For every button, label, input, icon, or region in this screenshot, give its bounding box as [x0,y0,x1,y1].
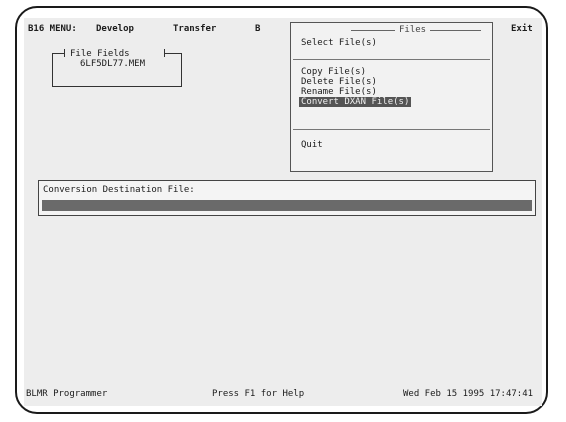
menu-item-rename-files[interactable]: Rename File(s) [301,87,377,97]
dropdown-separator [293,129,490,130]
menu-item-quit[interactable]: Quit [301,140,323,150]
conversion-destination-input[interactable] [42,200,532,211]
dropdown-title: Files [395,25,431,35]
menu-item-transfer[interactable]: Transfer [173,24,216,34]
terminal-screen: B16 MENU: Develop Transfer B Exit File F… [24,18,542,406]
file-field-box: File Fields 6LF5DL77.MEM [40,45,190,90]
menu-app-label: B16 MENU: [28,24,77,34]
menu-item-select-files[interactable]: Select File(s) [301,38,377,48]
file-field-border-top-right [164,53,182,54]
menu-item-delete-files[interactable]: Delete File(s) [301,77,377,87]
menu-item-develop[interactable]: Develop [96,24,134,34]
menu-item-b[interactable]: B [255,24,260,34]
file-field-title: File Fields [70,49,130,59]
status-help-hint: Press F1 for Help [212,389,305,399]
conversion-label: Conversion Destination File: [43,185,195,195]
menu-item-copy-files[interactable]: Copy File(s) [301,67,366,77]
files-dropdown-menu: Files Select File(s) Copy File(s) Delete… [290,22,493,172]
conversion-panel: Conversion Destination File: [38,180,536,216]
file-field-filename[interactable]: 6LF5DL77.MEM [80,59,145,69]
file-field-tick-left [64,49,65,57]
file-field-tick-right [164,49,165,57]
status-datetime: Wed Feb 15 1995 17:47:41 [403,389,534,399]
dropdown-separator [293,59,490,60]
menu-item-convert-files[interactable]: Convert DXAN File(s) [299,97,412,107]
file-field-border-top-left [52,53,64,54]
status-app-name: BLMR Programmer [26,389,108,399]
menu-item-exit[interactable]: Exit [511,24,533,34]
